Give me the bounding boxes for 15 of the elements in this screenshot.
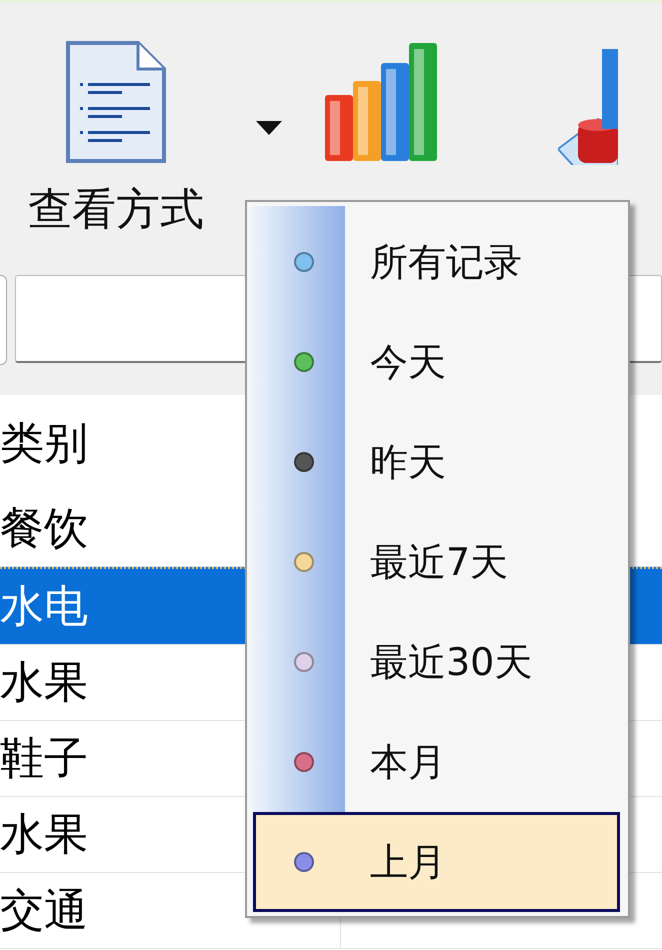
menu-item[interactable]: 所有记录 <box>253 212 620 312</box>
table-cell-text: 水果 <box>0 808 89 862</box>
table-cell-text: 水电 <box>0 580 89 634</box>
table-cell-text: 餐饮 <box>0 502 89 556</box>
menu-item[interactable]: 最近30天 <box>253 612 620 712</box>
menu-item[interactable]: 昨天 <box>253 412 620 512</box>
table-cell-text: 交通 <box>0 884 89 938</box>
table-cell-text: 水果 <box>0 656 89 710</box>
toolbar-button[interactable]: 查看方式 <box>18 39 214 230</box>
menu-item[interactable]: 本月 <box>253 712 620 812</box>
table-cell-text: 鞋子 <box>0 732 89 786</box>
dropdown-arrow-icon[interactable] <box>254 119 284 137</box>
menu-item[interactable]: 上月 <box>253 812 620 912</box>
menu-item[interactable]: 今天 <box>253 312 620 412</box>
menu-item[interactable]: 最近7天 <box>253 512 620 612</box>
